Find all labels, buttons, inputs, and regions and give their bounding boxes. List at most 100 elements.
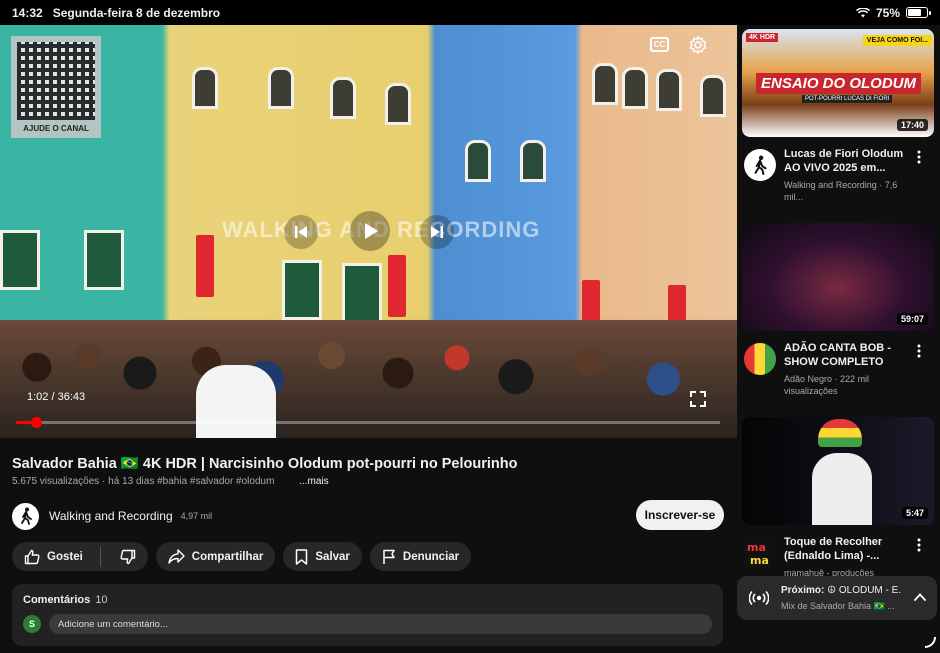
status-bar: 14:32 Segunda-feira 8 de dezembro 75% — [0, 0, 940, 25]
building-window — [700, 75, 726, 117]
video-thumbnail[interactable]: 59:07 — [742, 223, 934, 331]
subscriber-count: 4,97 mil — [180, 511, 213, 521]
upload-age: há 13 dias — [108, 476, 155, 487]
qr-code-icon — [17, 42, 95, 120]
bookmark-icon — [296, 548, 308, 565]
battery-percent: 75% — [875, 5, 900, 20]
dislike-button[interactable] — [108, 549, 148, 565]
flag-icon — [383, 549, 395, 564]
battery-fill — [908, 9, 921, 16]
video-timecode: 1:02 / 36:43 — [27, 391, 86, 403]
mamahue-logo-icon: mama — [747, 541, 769, 567]
svg-text:ma: ma — [747, 541, 766, 554]
thumbnail-hat — [818, 419, 862, 447]
video-title[interactable]: Lucas de Fiori Olodum AO VIVO 2025 em... — [784, 147, 914, 175]
video-channel-stats: Walking and Recording · 7,6 mil... — [784, 180, 898, 202]
banner-flag — [196, 235, 214, 297]
building-door — [282, 260, 322, 320]
subscribe-button[interactable]: Inscrever-se — [636, 500, 724, 530]
walking-person-icon — [20, 507, 32, 525]
status-time: 14:32 — [12, 5, 43, 20]
video-title[interactable]: Salvador Bahia 🇧🇷 4K HDR | Narcisinho Ol… — [12, 455, 727, 472]
building-window — [622, 67, 648, 109]
channel-name[interactable]: Walking and Recording — [49, 509, 173, 523]
up-next-video: ☮ OLODUM - E... — [827, 585, 901, 596]
more-vert-icon[interactable] — [914, 149, 924, 165]
qr-label: AJUDE O CANAL — [23, 124, 89, 133]
report-label: Denunciar — [402, 550, 460, 563]
thumbnail-subtitle: POT-POURRI LUCAS DI FIORI — [802, 95, 893, 103]
thumbnail-tag: VEJA COMO FOI... — [862, 35, 932, 46]
channel-avatar[interactable]: ma ma — [744, 537, 776, 569]
next-button[interactable] — [420, 215, 454, 249]
add-comment-row: S Adicione um comentário... — [23, 614, 712, 634]
captions-button[interactable]: CC — [650, 37, 669, 52]
building-window — [192, 67, 218, 109]
crowd-person — [196, 365, 276, 438]
list-item[interactable]: Lucas de Fiori Olodum AO VIVO 2025 em...… — [737, 147, 940, 207]
up-next-bar[interactable]: Próximo: ☮ OLODUM - E... Mix de Salvador… — [737, 576, 937, 620]
comments-label: Comentários — [23, 594, 91, 606]
thumbnail-badge: 4K HDR — [746, 33, 779, 42]
resize-handle-icon[interactable] — [924, 636, 936, 648]
wifi-icon — [855, 7, 870, 17]
more-vert-icon[interactable] — [914, 537, 924, 553]
play-button[interactable] — [350, 211, 390, 251]
comment-input[interactable]: Adicione um comentário... — [49, 614, 712, 634]
svg-text:ma: ma — [750, 554, 769, 567]
view-count: 5.675 visualizações — [12, 476, 100, 487]
like-label: Gostei — [47, 550, 83, 563]
building-window — [268, 67, 294, 109]
share-button[interactable]: Compartilhar — [155, 542, 276, 571]
building-door — [0, 230, 40, 290]
channel-avatar[interactable] — [744, 343, 776, 375]
battery-icon — [906, 7, 931, 18]
video-thumbnail[interactable]: 4K HDR VEJA COMO FOI... ENSAIO DO OLODUM… — [742, 29, 934, 137]
video-channel-stats: Adão Negro · 222 mil visualizações — [784, 374, 870, 396]
video-thumbnail[interactable]: 5:47 — [742, 417, 934, 525]
chevron-up-icon[interactable] — [913, 590, 927, 604]
video-duration: 59:07 — [896, 313, 928, 325]
like-separator — [99, 546, 101, 567]
building-window — [330, 77, 356, 119]
comments-count: 10 — [95, 594, 108, 606]
like-dislike-group: Gostei — [12, 542, 148, 571]
channel-avatar[interactable] — [12, 502, 39, 530]
previous-button[interactable] — [284, 215, 318, 249]
building-door — [342, 263, 382, 323]
thumbs-down-icon — [120, 549, 135, 564]
channel-row[interactable]: Walking and Recording 4,97 mil — [12, 501, 727, 531]
thumbnail-title: ENSAIO DO OLODUM — [756, 73, 922, 94]
progress-scrubber[interactable] — [30, 417, 42, 428]
video-player[interactable]: AJUDE O CANAL CC WALKING AND RECORDING 1… — [0, 25, 737, 438]
video-duration: 17:40 — [896, 119, 928, 131]
walking-person-icon — [754, 155, 767, 175]
report-button[interactable]: Denunciar — [369, 542, 472, 571]
building-window — [520, 140, 546, 182]
video-title[interactable]: ADÃO CANTA BOB - SHOW COMPLETO — [784, 341, 914, 369]
progress-bar[interactable] — [16, 417, 720, 428]
up-next-playlist: Mix de Salvador Bahia 🇧🇷 ... — [781, 601, 895, 611]
video-title[interactable]: Toque de Recolher (Ednaldo Lima) -... — [784, 535, 914, 563]
save-label: Salvar — [315, 550, 350, 563]
list-item[interactable]: ADÃO CANTA BOB - SHOW COMPLETO Adão Negr… — [737, 341, 940, 401]
status-right: 75% — [855, 5, 931, 20]
building-window — [592, 63, 618, 105]
like-button[interactable]: Gostei — [24, 549, 83, 565]
building-door — [84, 230, 124, 290]
fullscreen-icon[interactable] — [690, 391, 706, 407]
video-meta[interactable]: 5.675 visualizações · há 13 dias #bahia … — [12, 476, 329, 487]
share-label: Compartilhar — [191, 550, 264, 563]
share-icon — [168, 549, 185, 564]
building-window — [385, 83, 411, 125]
thumbs-up-icon — [24, 549, 40, 564]
save-button[interactable]: Salvar — [283, 542, 362, 571]
comments-panel[interactable]: Comentários 10 S Adicione um comentário.… — [12, 584, 723, 646]
qr-code-overlay: AJUDE O CANAL — [11, 36, 101, 138]
channel-avatar[interactable] — [744, 149, 776, 181]
video-tags: #bahia #salvador #olodum — [157, 476, 275, 487]
more-link[interactable]: ...mais — [299, 476, 328, 487]
gear-icon[interactable] — [688, 35, 708, 55]
more-vert-icon[interactable] — [914, 343, 924, 359]
thumbnail-person — [812, 453, 872, 525]
